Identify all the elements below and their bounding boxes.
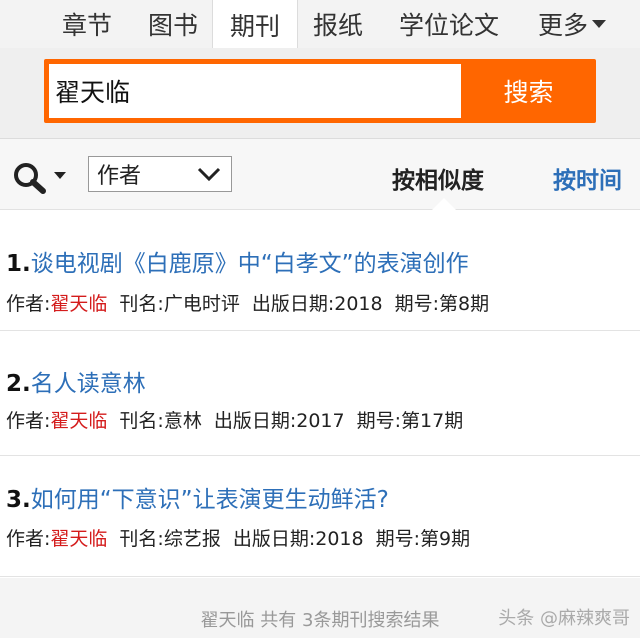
date-label: 出版日期: [232,528,316,550]
result-item: 1.谈电视剧《白鹿原》中“白孝文”的表演创作 作者:翟天临 刊名:广电时评 出版日期… [0,210,640,331]
tab-books[interactable]: 图书 [134,0,212,48]
search-scope-icon[interactable] [12,161,48,195]
author-name[interactable]: 翟天临 [50,528,107,550]
tab-label: 报纸 [312,11,363,40]
search-field-select[interactable]: 作者 [88,156,232,192]
tab-label: 更多 [537,11,588,40]
result-number: 1. [6,251,31,277]
publish-date: 2017 [296,410,345,432]
tab-journals[interactable]: 期刊 [212,0,298,49]
search-input[interactable] [49,64,461,118]
result-item: 2.名人读意林 作者:翟天临 刊名:意林 出版日期:2017 期号:第17期 [0,340,640,456]
caret-down-icon [592,20,606,28]
result-title-line[interactable]: 2.名人读意林 [6,364,146,398]
result-title-line[interactable]: 1.谈电视剧《白鹿原》中“白孝文”的表演创作 [6,244,469,278]
search-box: 搜索 [44,59,596,123]
author-label: 作者: [6,410,51,432]
search-area: 搜索 [0,48,640,139]
result-meta: 作者:翟天临 刊名:意林 出版日期:2017 期号:第17期 [6,406,463,433]
filter-row: 作者 按相似度 按时间 [0,139,640,210]
tab-label: 章节 [61,11,112,40]
result-title[interactable]: 名人读意林 [31,371,146,397]
publish-date: 2018 [315,528,364,550]
result-title[interactable]: 如何用“下意识”让表演更生动鲜活? [31,487,389,513]
search-button[interactable]: 搜索 [466,64,591,118]
date-label: 出版日期: [213,410,297,432]
results-footer: 翟天临 共有 3条期刊搜索结果 头条 @麻辣爽哥 [0,578,640,638]
result-meta: 作者:翟天临 刊名:广电时评 出版日期:2018 期号:第8期 [6,289,489,316]
chevron-down-icon [197,167,221,182]
search-field-value: 作者 [97,164,142,189]
journal-name: 综艺报 [163,528,221,550]
result-item: 3.如何用“下意识”让表演更生动鲜活? 作者:翟天临 刊名:综艺报 出版日期:201… [0,456,640,577]
publish-date: 2018 [334,293,383,315]
author-label: 作者: [6,528,51,550]
result-meta: 作者:翟天临 刊名:综艺报 出版日期:2018 期号:第9期 [6,524,470,551]
result-title-line[interactable]: 3.如何用“下意识”让表演更生动鲜活? [6,480,389,514]
author-name[interactable]: 翟天临 [50,410,107,432]
author-name[interactable]: 翟天临 [50,293,107,315]
result-title[interactable]: 谈电视剧《白鹿原》中“白孝文”的表演创作 [31,251,469,277]
tab-newspapers[interactable]: 报纸 [296,0,380,48]
issue-label: 期号: [356,410,402,432]
journal-label: 刊名: [119,410,164,432]
tab-label: 期刊 [229,11,280,41]
sort-by-time[interactable]: 按时间 [553,161,622,195]
tab-more[interactable]: 更多 [520,0,624,48]
journal-name: 意林 [163,410,202,432]
result-number: 3. [6,487,31,513]
issue-number: 第9期 [420,528,471,550]
caret-down-icon[interactable] [54,172,66,179]
category-tabs: 章节 图书 期刊 报纸 学位论文 更多 [0,0,640,49]
tab-label: 学位论文 [398,11,499,40]
journal-name: 广电时评 [163,293,240,315]
author-label: 作者: [6,293,51,315]
issue-label: 期号: [394,293,440,315]
date-label: 出版日期: [251,293,335,315]
issue-number: 第8期 [439,293,490,315]
result-number: 2. [6,371,31,397]
issue-number: 第17期 [401,410,464,432]
journal-label: 刊名: [119,528,164,550]
journal-label: 刊名: [119,293,164,315]
sort-by-relevance[interactable]: 按相似度 [392,161,484,195]
issue-label: 期号: [375,528,421,550]
tab-label: 图书 [147,11,198,40]
tab-theses[interactable]: 学位论文 [384,0,514,48]
active-sort-indicator [432,198,456,210]
watermark: 头条 @麻辣爽哥 [498,608,630,629]
tab-chapters[interactable]: 章节 [40,0,134,48]
